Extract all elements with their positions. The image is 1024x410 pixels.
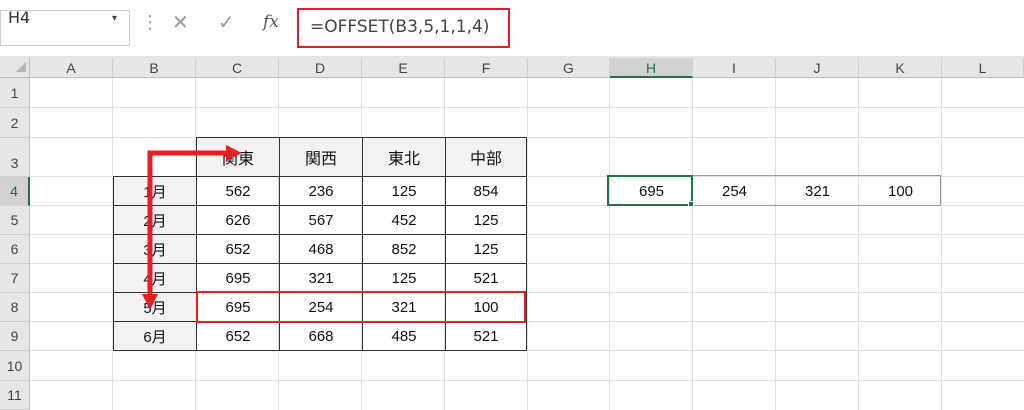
offset-arrows — [142, 145, 242, 310]
down-arrow-head — [142, 294, 158, 310]
right-arrow-head — [226, 145, 242, 161]
right-arrow-line — [147, 150, 228, 156]
